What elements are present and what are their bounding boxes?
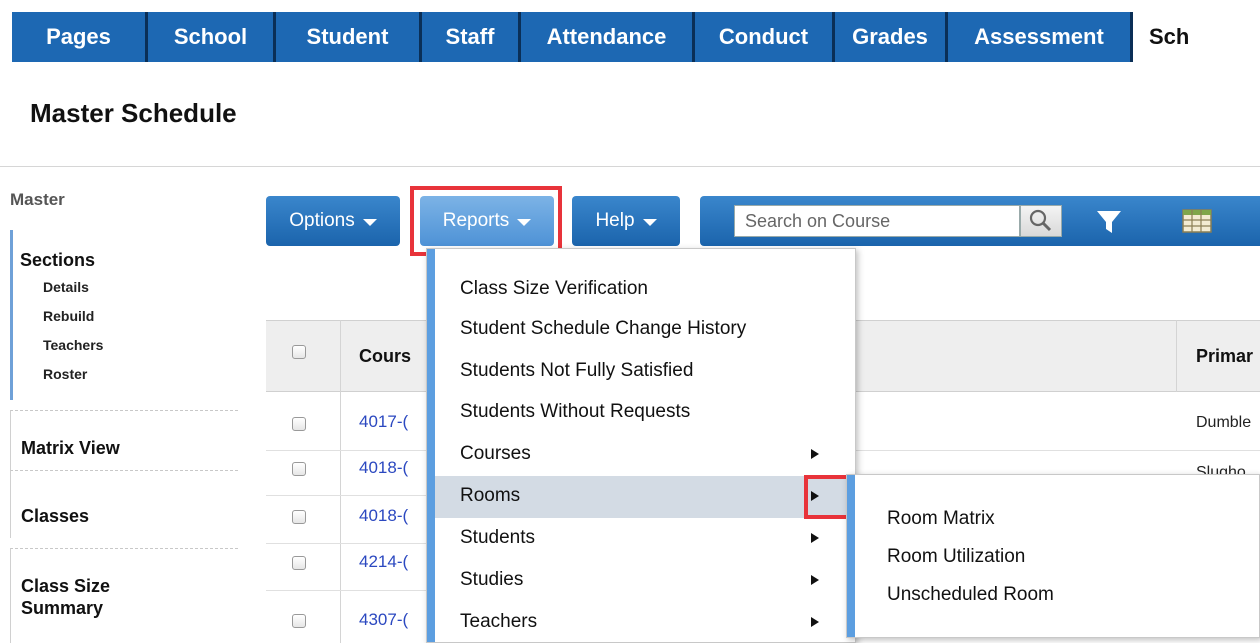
side-nav-class-size-summary[interactable]: Class Size Summary	[10, 548, 238, 643]
tab-student[interactable]: Student	[276, 12, 422, 62]
column-divider	[1176, 320, 1177, 392]
side-nav-rebuild[interactable]: Rebuild	[43, 308, 94, 324]
menu-item-students[interactable]: Students	[435, 518, 855, 560]
row-checkbox[interactable]	[292, 614, 306, 628]
filter-icon[interactable]	[1094, 207, 1124, 237]
submenu-item-room-matrix[interactable]: Room Matrix	[855, 501, 1255, 537]
tab-school[interactable]: School	[148, 12, 276, 62]
tab-conduct[interactable]: Conduct	[695, 12, 835, 62]
column-header-primary[interactable]: Primar	[1196, 346, 1253, 367]
menu-item-label: Class Size Verification	[460, 278, 648, 299]
options-button[interactable]: Options	[266, 196, 400, 246]
submenu-arrow-icon	[811, 533, 819, 543]
caret-down-icon	[362, 219, 377, 226]
column-header-course[interactable]: Cours	[359, 346, 411, 367]
menu-item-students-without-requests[interactable]: Students Without Requests	[435, 392, 855, 434]
side-nav-class-size-summary-label: Class Size Summary	[21, 576, 111, 618]
menu-item-label: Teachers	[460, 611, 538, 632]
page-title: Master Schedule	[30, 98, 237, 128]
tab-attendance[interactable]: Attendance	[521, 12, 695, 62]
top-nav: Pages School Student Staff Attendance Co…	[12, 12, 1260, 62]
rooms-submenu: Room Matrix Room Utilization Unscheduled…	[846, 474, 1260, 638]
search-icon	[1029, 209, 1052, 232]
submenu-item-label: Unscheduled Room	[887, 584, 1054, 605]
side-nav-matrix-view[interactable]: Matrix View	[10, 410, 238, 470]
reports-dropdown-menu: Class Size Verification Student Schedule…	[426, 248, 856, 643]
menu-accent-bar	[427, 249, 435, 642]
submenu-arrow-icon	[811, 449, 819, 459]
row-checkbox[interactable]	[292, 462, 306, 476]
side-nav-sections[interactable]: Sections	[20, 250, 95, 271]
course-link[interactable]: 4018-(	[359, 506, 408, 526]
tab-assessment[interactable]: Assessment	[948, 12, 1133, 62]
menu-item-students-not-fully-satisfied[interactable]: Students Not Fully Satisfied	[435, 351, 855, 393]
menu-item-label: Student Schedule Change History	[460, 318, 747, 339]
submenu-item-label: Room Matrix	[887, 508, 995, 529]
menu-accent-bar	[847, 475, 855, 637]
menu-item-label: Studies	[460, 569, 524, 590]
menu-item-teachers[interactable]: Teachers	[435, 602, 855, 643]
options-button-label: Options	[289, 210, 355, 231]
column-divider	[340, 320, 341, 643]
menu-item-class-size-verification[interactable]: Class Size Verification	[435, 269, 855, 311]
side-nav-roster[interactable]: Roster	[43, 366, 87, 382]
tab-staff[interactable]: Staff	[422, 12, 521, 62]
menu-item-courses[interactable]: Courses	[435, 434, 855, 476]
row-checkbox[interactable]	[292, 510, 306, 524]
menu-item-rooms[interactable]: Rooms	[435, 476, 855, 518]
side-nav-matrix-view-label: Matrix View	[21, 438, 120, 458]
column-grid-icon[interactable]	[1182, 209, 1212, 233]
tab-schedule[interactable]: Sch	[1133, 12, 1260, 62]
course-link[interactable]: 4017-(	[359, 412, 408, 432]
course-link[interactable]: 4307-(	[359, 610, 408, 630]
submenu-item-room-utilization[interactable]: Room Utilization	[855, 539, 1255, 575]
tab-grades[interactable]: Grades	[835, 12, 948, 62]
row-checkbox[interactable]	[292, 417, 306, 431]
side-nav-classes-label: Classes	[21, 506, 90, 526]
search-input[interactable]	[734, 205, 1020, 237]
menu-item-label: Students Without Requests	[460, 401, 691, 422]
menu-item-label: Courses	[460, 443, 531, 464]
side-nav-teachers[interactable]: Teachers	[43, 337, 103, 353]
menu-item-schedule-change-history[interactable]: Student Schedule Change History	[435, 309, 855, 351]
menu-item-label: Students Not Fully Satisfied	[460, 360, 694, 381]
submenu-item-unscheduled-room[interactable]: Unscheduled Room	[855, 577, 1255, 613]
caret-down-icon	[642, 219, 657, 226]
title-divider	[0, 166, 1260, 167]
help-button-label: Help	[595, 210, 635, 231]
primary-teacher: Dumble	[1196, 414, 1252, 431]
course-link[interactable]: 4214-(	[359, 552, 408, 572]
search-button[interactable]	[1020, 205, 1062, 237]
side-nav-heading: Master	[10, 190, 65, 209]
submenu-arrow-icon	[811, 575, 819, 585]
submenu-item-label: Room Utilization	[887, 546, 1026, 567]
tab-pages[interactable]: Pages	[12, 12, 148, 62]
reports-highlight-box	[410, 186, 562, 256]
side-nav-details[interactable]: Details	[43, 279, 89, 295]
row-checkbox[interactable]	[292, 556, 306, 570]
help-button[interactable]: Help	[572, 196, 680, 246]
side-nav-classes[interactable]: Classes	[10, 470, 238, 538]
course-link[interactable]: 4018-(	[359, 458, 408, 478]
submenu-arrow-icon	[811, 617, 819, 627]
select-all-checkbox[interactable]	[292, 345, 306, 359]
menu-item-studies[interactable]: Studies	[435, 560, 855, 602]
menu-item-label: Rooms	[460, 485, 521, 506]
menu-item-label: Students	[460, 527, 535, 548]
